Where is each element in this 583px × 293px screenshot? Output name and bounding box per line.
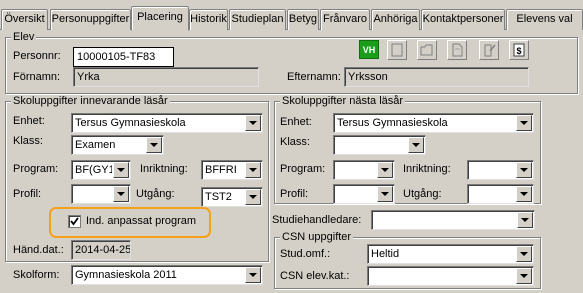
- tab-betyg[interactable]: Betyg: [287, 9, 319, 30]
- fornamn-field: Yrka: [73, 67, 259, 87]
- studomf-select[interactable]: Heltid: [367, 244, 534, 264]
- csn-title: CSN uppgifter: [280, 231, 354, 243]
- klass-label: Klass:: [13, 135, 43, 147]
- chevron-down-icon[interactable]: [245, 115, 261, 131]
- hand-dat-label: Händ.dat.:: [13, 244, 64, 256]
- csn-elevkat-select[interactable]: [367, 266, 534, 286]
- anpassat-label: Ind. anpassat program: [86, 215, 197, 227]
- profil-select[interactable]: [71, 184, 131, 204]
- profil-label: Profil:: [13, 188, 42, 200]
- next-utgang-label: Utgång:: [403, 188, 442, 200]
- inriktning-select[interactable]: BFFRI: [201, 160, 263, 180]
- tab-studieplan[interactable]: Studieplan: [229, 9, 286, 30]
- inriktning-label: Inriktning:: [140, 163, 188, 175]
- tab-personuppgifter[interactable]: Personuppgifter: [50, 9, 131, 30]
- program-label: Program:: [13, 163, 59, 175]
- hand-dat-field: 2014-04-25: [71, 240, 131, 260]
- next-year-title: Skoluppgifter nästa läsår: [280, 95, 406, 107]
- tab-oversikt[interactable]: Översikt: [1, 9, 48, 30]
- next-program-label: Program:: [280, 163, 326, 175]
- chevron-down-icon[interactable]: [517, 212, 533, 228]
- program-select[interactable]: BF(GY11: [71, 160, 131, 180]
- enhet-value: Tersus Gymnasieskola: [75, 117, 186, 129]
- next-enhet-value: Tersus Gymnasieskola: [337, 117, 448, 129]
- next-program-select[interactable]: [333, 160, 395, 180]
- tab-anhoriga[interactable]: Anhöriga: [371, 9, 420, 30]
- chevron-down-icon[interactable]: [245, 162, 261, 178]
- csn-elevkat-label: CSN elev.kat.:: [280, 270, 350, 282]
- next-profil-select[interactable]: [333, 184, 395, 204]
- open-folder-icon[interactable]: [417, 40, 437, 60]
- utgang-value: TST2: [205, 191, 232, 203]
- dollar-document-icon[interactable]: $: [509, 40, 529, 60]
- tab-historik[interactable]: Historik: [189, 9, 228, 30]
- chevron-down-icon[interactable]: [516, 162, 532, 178]
- tab-strip: Översikt Personuppgifter Placering Histo…: [0, 0, 583, 31]
- skolform-value: Gymnasieskola 2011: [75, 269, 177, 281]
- tab-franvaro[interactable]: Frånvaro: [320, 9, 370, 30]
- chevron-down-icon[interactable]: [146, 137, 162, 153]
- efternamn-label: Efternamn:: [287, 71, 341, 83]
- enhet-label: Enhet:: [13, 115, 45, 127]
- next-inriktning-label: Inriktning:: [403, 163, 451, 175]
- fornamn-label: Förnamn:: [13, 71, 61, 83]
- efternamn-field: Yrksson: [344, 67, 529, 87]
- edit-document-icon[interactable]: [479, 40, 499, 60]
- chevron-down-icon[interactable]: [516, 186, 532, 202]
- elev-group-title: Elev: [11, 31, 37, 43]
- chevron-down-icon[interactable]: [516, 115, 532, 131]
- inriktning-value: BFFRI: [205, 164, 237, 176]
- chevron-down-icon[interactable]: [377, 186, 393, 202]
- document-icon[interactable]: [447, 40, 467, 60]
- svg-text:$: $: [516, 46, 521, 56]
- next-enhet-select[interactable]: Tersus Gymnasieskola: [333, 113, 534, 133]
- vh-badge[interactable]: VH: [359, 40, 379, 59]
- personnr-field[interactable]: 10000105-TF83: [73, 47, 174, 67]
- chevron-down-icon[interactable]: [516, 246, 532, 262]
- blank-doc-icon[interactable]: [387, 40, 407, 60]
- studomf-label: Stud.omf.:: [280, 248, 331, 260]
- chevron-down-icon[interactable]: [113, 162, 129, 178]
- current-year-title: Skoluppgifter innevarande läsår: [11, 95, 170, 107]
- next-inriktning-select[interactable]: [467, 160, 534, 180]
- studiehandledare-label: Studiehandledare:: [272, 214, 362, 226]
- next-profil-label: Profil:: [280, 188, 309, 200]
- program-value: BF(GY11: [75, 164, 112, 176]
- chevron-down-icon[interactable]: [408, 137, 424, 153]
- studomf-value: Heltid: [371, 248, 400, 260]
- skolform-label: Skolform:: [13, 269, 60, 281]
- klass-value: Examen: [75, 139, 116, 151]
- tab-elevens-val[interactable]: Elevens val: [506, 9, 583, 30]
- checkmark-icon: [70, 217, 79, 226]
- studiehandledare-select[interactable]: [371, 210, 535, 230]
- next-klass-label: Klass:: [280, 136, 310, 148]
- skolform-select[interactable]: Gymnasieskola 2011: [71, 265, 263, 285]
- utgang-label: Utgång:: [136, 188, 175, 200]
- utgang-select[interactable]: TST2: [201, 187, 263, 207]
- chevron-down-icon[interactable]: [377, 162, 393, 178]
- personnr-label: Personnr:: [13, 50, 61, 62]
- tab-placering[interactable]: Placering: [131, 6, 189, 31]
- anpassat-checkbox[interactable]: [68, 215, 81, 228]
- next-klass-select[interactable]: [333, 135, 426, 155]
- tab-kontaktpersoner[interactable]: Kontaktpersoner: [421, 9, 505, 30]
- chevron-down-icon[interactable]: [245, 267, 261, 283]
- next-enhet-label: Enhet:: [280, 116, 312, 128]
- next-utgang-select[interactable]: [467, 184, 534, 204]
- chevron-down-icon[interactable]: [245, 189, 261, 205]
- chevron-down-icon[interactable]: [516, 268, 532, 284]
- enhet-select[interactable]: Tersus Gymnasieskola: [71, 113, 263, 133]
- chevron-down-icon[interactable]: [113, 186, 129, 202]
- klass-select[interactable]: Examen: [71, 135, 164, 155]
